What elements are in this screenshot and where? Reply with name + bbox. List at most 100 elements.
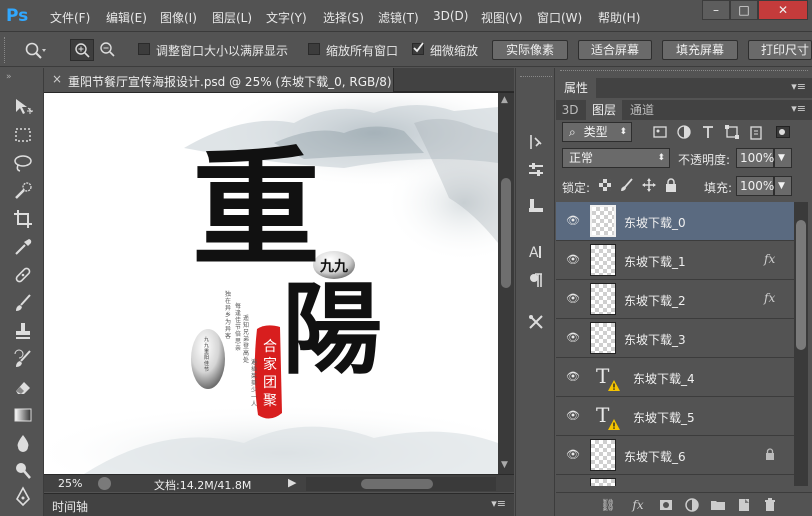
delete-layer-icon[interactable] <box>762 497 778 513</box>
zoom-out-button[interactable] <box>96 39 120 61</box>
visibility-eye-icon[interactable]: 👁 <box>566 448 580 462</box>
layer-row-1[interactable]: 👁 东坡下载_1 fx <box>556 241 794 280</box>
close-button[interactable]: ✕ <box>758 0 808 20</box>
vertical-scroll-thumb[interactable] <box>501 178 511 288</box>
new-adjustment-icon[interactable] <box>684 497 700 513</box>
opacity-input[interactable]: 100% <box>736 148 774 168</box>
lock-all-icon[interactable] <box>664 178 678 192</box>
status-menu-arrow-icon[interactable]: ▶ <box>288 476 296 489</box>
tab-close-icon[interactable]: × <box>52 72 62 86</box>
pen-tool-icon[interactable] <box>12 486 34 508</box>
filter-shape-icon[interactable] <box>724 124 740 140</box>
adjustments-icon[interactable] <box>526 160 546 180</box>
horizontal-scroll-thumb[interactable] <box>361 479 433 489</box>
lock-pixels-icon[interactable] <box>620 178 634 192</box>
tab-3d[interactable]: 3D <box>556 100 584 120</box>
layer-row-6[interactable]: 👁 东坡下载_6 <box>556 436 794 475</box>
menu-edit[interactable]: 编辑(E) <box>106 9 147 26</box>
menu-view[interactable]: 视图(V) <box>481 9 523 26</box>
lock-position-icon[interactable] <box>642 178 656 192</box>
tab-layers[interactable]: 图层 <box>586 100 622 120</box>
zoom-tool-icon[interactable] <box>24 41 46 59</box>
layer-thumbnail[interactable] <box>590 322 616 354</box>
layer-effects-icon[interactable]: fx <box>764 291 775 305</box>
canvas-vertical-scrollbar[interactable]: ▲ ▼ <box>498 93 514 474</box>
menu-window[interactable]: 窗口(W) <box>537 9 582 26</box>
marquee-tool-icon[interactable] <box>12 124 34 146</box>
menu-filter[interactable]: 滤镜(T) <box>378 9 419 26</box>
layer-row-partial[interactable] <box>556 475 794 486</box>
add-mask-icon[interactable] <box>658 497 674 513</box>
document-info-icon[interactable] <box>98 477 111 490</box>
visibility-eye-icon[interactable]: 👁 <box>566 370 580 384</box>
lasso-tool-icon[interactable] <box>12 152 34 174</box>
menu-image[interactable]: 图像(I) <box>160 9 197 26</box>
fill-dropdown-icon[interactable]: ▼ <box>774 176 792 196</box>
visibility-eye-icon[interactable]: 👁 <box>566 331 580 345</box>
grip-handle[interactable] <box>4 37 8 63</box>
tools-settings-icon[interactable] <box>526 312 546 332</box>
new-layer-icon[interactable] <box>736 497 752 513</box>
filter-pixel-icon[interactable] <box>652 124 668 140</box>
blend-mode-dropdown[interactable]: 正常 ⬍ <box>562 148 670 168</box>
character-icon[interactable]: A <box>526 242 546 262</box>
visibility-eye-icon[interactable]: 👁 <box>566 292 580 306</box>
new-group-icon[interactable] <box>710 497 726 513</box>
print-size-button[interactable]: 打印尺寸 <box>748 40 812 60</box>
tab-channels[interactable]: 通道 <box>624 100 660 120</box>
layers-menu-icon[interactable]: ▾≡ <box>791 102 806 115</box>
visibility-eye-icon[interactable]: 👁 <box>566 214 580 228</box>
eraser-tool-icon[interactable] <box>12 376 34 398</box>
zoom-in-button[interactable] <box>70 39 94 61</box>
canvas[interactable]: 重 陽 九九 合家团聚 独在异乡为异客 每逢佳节倍思亲 遥知兄弟登高处 遍插茱萸… <box>44 93 498 474</box>
layer-thumbnail[interactable] <box>590 283 616 315</box>
actual-pixels-button[interactable]: 实际像素 <box>492 40 568 60</box>
layers-scrollbar[interactable] <box>794 202 808 486</box>
layer-row-0[interactable]: 👁 东坡下载_0 <box>556 202 794 241</box>
layer-thumbnail[interactable] <box>590 439 616 471</box>
canvas-horizontal-scrollbar[interactable] <box>306 477 496 491</box>
link-layers-icon[interactable]: ⛓ <box>600 497 616 513</box>
layer-effects-icon[interactable]: fx <box>764 252 775 266</box>
blur-tool-icon[interactable] <box>12 432 34 454</box>
history-brush-tool-icon[interactable] <box>12 348 34 370</box>
layer-row-2[interactable]: 👁 东坡下载_2 fx <box>556 280 794 319</box>
menu-file[interactable]: 文件(F) <box>50 9 90 26</box>
scrubby-zoom-checkbox[interactable] <box>412 42 424 55</box>
layer-filter-dropdown[interactable]: ⌕ 类型 ⬍ <box>562 122 632 142</box>
scroll-down-icon[interactable]: ▼ <box>501 460 508 470</box>
filter-toggle[interactable] <box>776 126 790 138</box>
fit-window-checkbox[interactable] <box>138 43 150 55</box>
panel-grip[interactable] <box>560 70 808 72</box>
zoom-level[interactable]: 25% <box>58 477 82 490</box>
collapse-arrows-icon[interactable]: » <box>6 72 12 82</box>
strip-grip[interactable] <box>520 76 552 78</box>
properties-menu-icon[interactable]: ▾≡ <box>791 80 806 93</box>
gradient-tool-icon[interactable] <box>12 404 34 426</box>
lock-transparent-icon[interactable] <box>598 178 612 192</box>
tab-properties[interactable]: 属性 <box>556 78 596 98</box>
paragraph-icon[interactable] <box>526 270 546 290</box>
menu-type[interactable]: 文字(Y) <box>266 9 307 26</box>
filter-smart-object-icon[interactable] <box>748 124 764 140</box>
fill-screen-button[interactable]: 填充屏幕 <box>662 40 738 60</box>
layer-row-5[interactable]: 👁 T 东坡下载_5 <box>556 397 794 436</box>
menu-layer[interactable]: 图层(L) <box>212 9 252 26</box>
opacity-dropdown-icon[interactable]: ▼ <box>774 148 792 168</box>
panel-menu-icon[interactable]: ▾≡ <box>491 497 506 510</box>
visibility-eye-icon[interactable]: 👁 <box>566 253 580 267</box>
timeline-tab[interactable]: 时间轴 <box>52 498 88 515</box>
layer-thumbnail[interactable] <box>590 244 616 276</box>
maximize-button[interactable]: □ <box>730 0 758 20</box>
menu-select[interactable]: 选择(S) <box>323 9 364 26</box>
menu-3d[interactable]: 3D(D) <box>433 9 468 23</box>
eyedropper-tool-icon[interactable] <box>12 236 34 258</box>
layer-row-4[interactable]: 👁 T 东坡下载_4 <box>556 358 794 397</box>
layers-scroll-thumb[interactable] <box>796 220 806 350</box>
move-tool-icon[interactable] <box>12 96 34 118</box>
crop-tool-icon[interactable] <box>12 208 34 230</box>
visibility-eye-icon[interactable]: 👁 <box>566 409 580 423</box>
menu-help[interactable]: 帮助(H) <box>598 9 640 26</box>
fit-screen-button[interactable]: 适合屏幕 <box>578 40 652 60</box>
healing-brush-tool-icon[interactable] <box>12 264 34 286</box>
